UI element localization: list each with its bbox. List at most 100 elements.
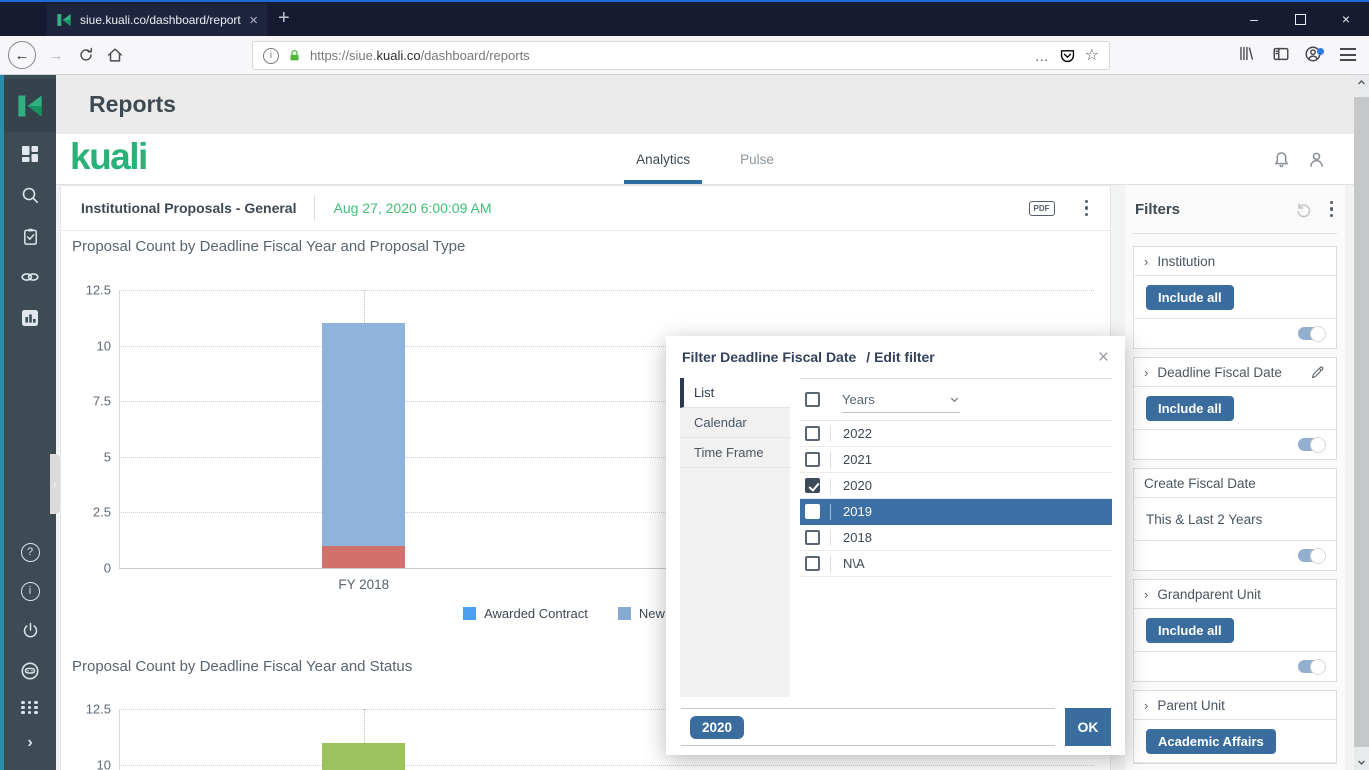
y-tick-label: 7.5: [92, 393, 111, 409]
checkbox-2021[interactable]: [805, 452, 820, 467]
ok-button[interactable]: OK: [1065, 708, 1111, 746]
filter-value-chip[interactable]: Include all: [1146, 617, 1234, 643]
toggle-switch[interactable]: [1298, 658, 1326, 675]
home-button[interactable]: [106, 46, 124, 69]
drawer-expand-handle[interactable]: ›: [50, 454, 60, 514]
browser-tab[interactable]: siue.kuali.co/dashboard/report ×: [47, 4, 267, 36]
filter-value-chip[interactable]: Academic Affairs: [1146, 728, 1276, 754]
filter-option-2022[interactable]: 2022: [800, 421, 1112, 447]
filters-panel: Filters › Institution Include all › Deadline…: [1125, 185, 1345, 770]
y-tick-label: 2.5: [92, 504, 111, 520]
modal-tab-time-frame[interactable]: Time Frame: [680, 438, 790, 468]
checkbox-n-a[interactable]: [805, 556, 820, 571]
page-actions-icon[interactable]: …: [1035, 48, 1050, 64]
tasks-clipboard-icon[interactable]: [20, 226, 40, 246]
filter-section-header-parent-unit[interactable]: › Parent Unit: [1134, 691, 1336, 720]
scroll-up-icon[interactable]: [1354, 75, 1369, 90]
option-divider: [830, 529, 831, 546]
new-tab-button[interactable]: +: [278, 5, 290, 31]
y-axis-line: [119, 290, 120, 568]
checkbox-2020[interactable]: [805, 478, 820, 493]
library-icon[interactable]: [1238, 45, 1255, 67]
forward-button[interactable]: →: [44, 41, 68, 69]
checkbox-2019[interactable]: [805, 504, 820, 519]
filter-section-body-deadline-fiscal-date: Include all: [1134, 387, 1336, 430]
filter-section-header-deadline-fiscal-date[interactable]: › Deadline Fiscal Date: [1134, 358, 1336, 387]
toggle-switch[interactable]: [1298, 436, 1326, 453]
checkbox-2018[interactable]: [805, 530, 820, 545]
chart1-title: Proposal Count by Deadline Fiscal Year a…: [72, 238, 466, 255]
legend-item-awarded-contract[interactable]: Awarded Contract: [463, 606, 588, 621]
maximize-button[interactable]: [1277, 2, 1323, 36]
tab-analytics[interactable]: Analytics: [624, 134, 703, 184]
bot-icon[interactable]: [20, 661, 40, 681]
selected-year-chip[interactable]: 2020: [690, 715, 745, 739]
modal-option-list: Years 2022 2021 2020 2019 2018 N\A: [800, 378, 1112, 708]
filter-section-header-grandparent-unit[interactable]: › Grandparent Unit: [1134, 580, 1336, 609]
edit-pencil-icon[interactable]: [1309, 364, 1326, 381]
back-button[interactable]: ←: [8, 41, 36, 69]
notifications-bell-icon[interactable]: [1272, 150, 1291, 169]
page-info-icon[interactable]: i: [263, 47, 279, 64]
tab-pulse[interactable]: Pulse: [736, 134, 778, 184]
filter-option-n-a[interactable]: N\A: [800, 551, 1112, 577]
filters-kebab-menu-icon[interactable]: [1328, 199, 1336, 220]
filter-section-header-create-fiscal-date[interactable]: Create Fiscal Date: [1134, 469, 1336, 498]
filter-section-label: Create Fiscal Date: [1144, 475, 1256, 491]
modal-tab-list[interactable]: List: [680, 378, 790, 408]
filters-header: Filters: [1133, 185, 1337, 234]
power-logout-icon[interactable]: [20, 621, 40, 641]
minimize-button[interactable]: –: [1231, 2, 1277, 36]
toggle-switch[interactable]: [1298, 547, 1326, 564]
scrollbar-thumb[interactable]: [1354, 97, 1369, 747]
page-scrollbar[interactable]: [1354, 75, 1369, 770]
user-profile-icon[interactable]: [1307, 150, 1326, 169]
filter-value-chip[interactable]: Include all: [1146, 395, 1234, 421]
filter-section-body-institution: Include all: [1134, 276, 1336, 319]
account-icon[interactable]: [1304, 46, 1324, 67]
menu-hamburger-icon[interactable]: [1340, 45, 1356, 61]
browser-titlebar: siue.kuali.co/dashboard/report × + – ×: [0, 0, 1369, 36]
modal-title: Filter Deadline Fiscal Date: [682, 349, 857, 365]
reset-filters-icon[interactable]: [1294, 200, 1313, 219]
help-icon[interactable]: ?: [20, 542, 40, 562]
toggle-switch[interactable]: [1298, 325, 1326, 342]
report-kebab-menu-icon[interactable]: [1083, 198, 1091, 219]
info-icon[interactable]: i: [20, 581, 40, 601]
legend-label: Awarded Contract: [484, 606, 588, 621]
link-icon[interactable]: [20, 267, 40, 287]
y-axis-line: [119, 709, 120, 770]
pdf-export-button[interactable]: PDF: [1028, 200, 1055, 216]
years-select-all-checkbox[interactable]: [805, 392, 820, 407]
filter-option-2020[interactable]: 2020: [800, 473, 1112, 499]
expand-sidebar-icon[interactable]: ›: [27, 734, 32, 752]
gridline: [119, 290, 1094, 291]
url-bar[interactable]: i https://siue.kuali.co/dashboard/report…: [252, 41, 1110, 70]
https-lock-icon[interactable]: [288, 49, 301, 62]
checkbox-2022[interactable]: [805, 426, 820, 441]
filter-value-chip[interactable]: Include all: [1146, 284, 1234, 310]
bookmark-star-icon[interactable]: ☆: [1085, 47, 1099, 64]
tab-close-icon[interactable]: ×: [249, 13, 258, 28]
scroll-down-icon[interactable]: [1354, 755, 1369, 770]
modal-tab-calendar[interactable]: Calendar: [680, 408, 790, 438]
dashboard-icon[interactable]: [20, 144, 40, 164]
filter-section-header-institution[interactable]: › Institution: [1134, 247, 1336, 276]
modal-close-icon[interactable]: ×: [1098, 348, 1109, 367]
reload-button[interactable]: [77, 46, 95, 69]
close-button[interactable]: ×: [1323, 2, 1369, 36]
selected-values-input[interactable]: 2020: [681, 708, 1055, 746]
filter-option-2018[interactable]: 2018: [800, 525, 1112, 551]
y-tick-label: 5: [103, 449, 111, 465]
filter-option-2021[interactable]: 2021: [800, 447, 1112, 473]
kuali-logo-tile[interactable]: [4, 79, 56, 132]
search-icon[interactable]: [20, 185, 40, 205]
filter-option-2019[interactable]: 2019: [800, 499, 1112, 525]
legend-item-new[interactable]: New: [617, 606, 665, 621]
bar-chart-icon[interactable]: [20, 308, 40, 328]
years-dropdown[interactable]: Years: [842, 387, 960, 413]
sidebars-icon[interactable]: [1272, 45, 1290, 68]
apps-grid-icon[interactable]: [21, 700, 39, 714]
chevron-right-icon: ›: [1144, 253, 1149, 269]
pocket-icon[interactable]: [1059, 47, 1076, 64]
